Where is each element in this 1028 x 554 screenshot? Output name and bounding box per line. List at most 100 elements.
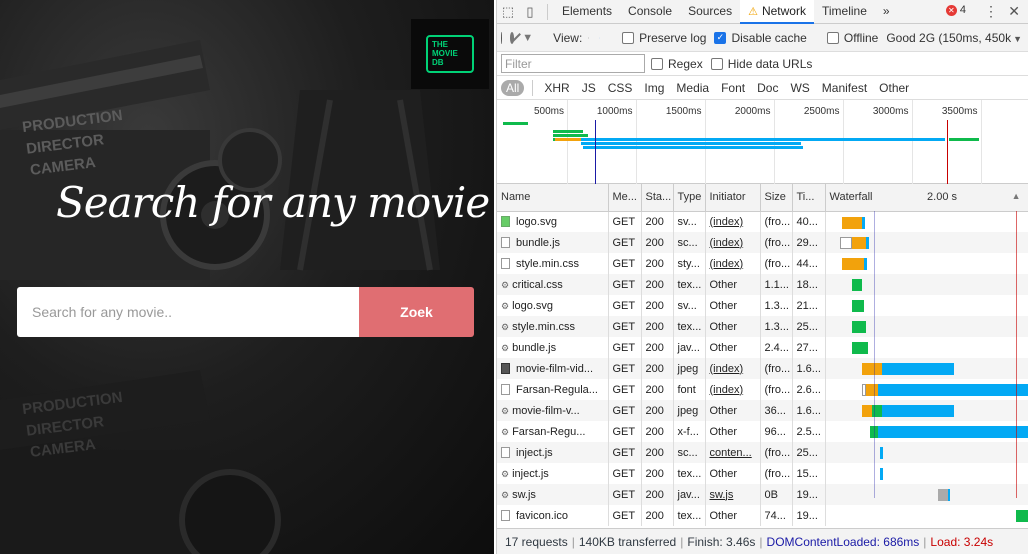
filter-icon[interactable]: ▼ <box>522 32 533 44</box>
kebab-menu-icon[interactable]: ⋮ <box>984 3 998 20</box>
type-filter-font[interactable]: Font <box>716 80 750 96</box>
type-filter-all[interactable]: All <box>501 79 525 96</box>
column-header-method[interactable]: Me... <box>608 184 642 212</box>
cell-name[interactable]: logo.svg <box>497 211 609 232</box>
request-name: sw.js <box>512 488 536 501</box>
overview-request-line <box>581 138 945 141</box>
more-tabs-button[interactable]: » <box>875 0 898 24</box>
table-row[interactable]: ⚙ Farsan-Regu... GET 200 x-f... Other 96... 2.5… <box>497 421 1028 442</box>
waterfall-view-icon[interactable] <box>599 32 600 44</box>
cell-name[interactable]: ⚙ bundle.js <box>497 337 609 358</box>
type-filter-xhr[interactable]: XHR <box>539 80 574 96</box>
filter-input[interactable] <box>501 54 645 73</box>
cell-name[interactable]: favicon.ico <box>497 505 609 526</box>
type-filter-manifest[interactable]: Manifest <box>817 80 872 96</box>
offline-checkbox[interactable]: Offline <box>826 31 878 45</box>
clear-icon[interactable] <box>509 31 515 44</box>
close-icon[interactable]: ✕ <box>1008 3 1020 20</box>
cell-initiator[interactable]: conten... <box>705 442 761 463</box>
cell-name[interactable]: Farsan-Regula... <box>497 379 609 400</box>
type-filter-doc[interactable]: Doc <box>752 80 783 96</box>
table-row[interactable]: ⚙ movie-film-v... GET 200 jpeg Other 36... 1.6.… <box>497 400 1028 421</box>
table-row[interactable]: ⚙ critical.css GET 200 tex... Other 1.1... 18..… <box>497 274 1028 295</box>
error-badge[interactable]: ✕ 4 <box>945 4 966 16</box>
load-marker-line <box>1016 211 1017 498</box>
tab-timeline[interactable]: Timeline <box>814 0 875 24</box>
regex-checkbox[interactable]: Regex <box>651 57 703 71</box>
cell-type: sc... <box>673 232 706 253</box>
disable-cache-checkbox[interactable]: ✓ Disable cache <box>714 31 807 45</box>
cell-initiator[interactable]: sw.js <box>705 484 761 505</box>
cell-name[interactable]: style.min.css <box>497 253 609 274</box>
record-icon[interactable] <box>501 31 502 44</box>
cell-size: 1.1... <box>760 274 793 295</box>
waterfall-bar <box>839 237 852 249</box>
cell-name[interactable]: ⚙ critical.css <box>497 274 609 295</box>
cell-name[interactable]: movie-film-vid... <box>497 358 609 379</box>
cell-name[interactable]: ⚙ sw.js <box>497 484 609 505</box>
request-name: Farsan-Regula... <box>516 383 598 396</box>
tab-network[interactable]: ⚠ Network <box>740 0 814 24</box>
search-button[interactable]: Zoek <box>359 287 474 337</box>
cell-name[interactable]: ⚙ logo.svg <box>497 295 609 316</box>
table-row[interactable]: style.min.css GET 200 sty... (index) (fro... 4… <box>497 253 1028 274</box>
inspect-icon[interactable]: ⬚ <box>497 1 519 23</box>
table-row[interactable]: movie-film-vid... GET 200 jpeg (index) (fro..… <box>497 358 1028 379</box>
column-header-size[interactable]: Size <box>760 184 793 212</box>
throttle-select[interactable]: Good 2G (150ms, 450k ▼ <box>886 31 1022 45</box>
view-label: View: <box>553 30 583 45</box>
cell-initiator[interactable]: (index) <box>705 358 761 379</box>
device-toolbar-icon[interactable]: ▯ <box>519 1 541 23</box>
cell-name[interactable]: inject.js <box>497 442 609 463</box>
cell-name[interactable]: ⚙ movie-film-v... <box>497 400 609 421</box>
timeline-overview[interactable]: 500ms 1000ms 1500ms 2000ms 2500ms 3000ms 3500m… <box>497 100 1028 184</box>
table-row[interactable]: ⚙ sw.js GET 200 jav... sw.js 0B 19... <box>497 484 1028 505</box>
cell-name[interactable]: ⚙ style.min.css <box>497 316 609 337</box>
column-header-name[interactable]: Name <box>497 184 609 212</box>
type-filter-other[interactable]: Other <box>874 80 914 96</box>
overview-request-line <box>581 142 801 145</box>
file-icon <box>501 509 510 521</box>
table-row[interactable]: ⚙ style.min.css GET 200 tex... Other 1.3... 25.… <box>497 316 1028 337</box>
hide-data-urls-checkbox[interactable]: Hide data URLs <box>710 57 812 71</box>
table-row[interactable]: ⚙ bundle.js GET 200 jav... Other 2.4... 27... <box>497 337 1028 358</box>
column-header-type[interactable]: Type <box>673 184 706 212</box>
waterfall-bar <box>877 384 1028 396</box>
cell-initiator[interactable]: (index) <box>705 379 761 400</box>
preserve-log-checkbox[interactable]: Preserve log <box>622 31 706 45</box>
cell-name[interactable]: bundle.js <box>497 232 609 253</box>
table-row[interactable]: bundle.js GET 200 sc... (index) (fro... 29... <box>497 232 1028 253</box>
list-view-icon[interactable] <box>588 32 590 44</box>
tab-console[interactable]: Console <box>620 0 680 24</box>
cell-status: 200 <box>641 337 674 358</box>
cell-name[interactable]: ⚙ inject.js <box>497 463 609 484</box>
type-filter-media[interactable]: Media <box>671 80 714 96</box>
cell-waterfall <box>825 505 1028 526</box>
type-filter-img[interactable]: Img <box>639 80 669 96</box>
type-filter-js[interactable]: JS <box>577 80 601 96</box>
column-header-time[interactable]: Ti... <box>792 184 826 212</box>
table-row[interactable]: ⚙ logo.svg GET 200 sv... Other 1.3... 21... <box>497 295 1028 316</box>
tab-sources[interactable]: Sources <box>680 0 740 24</box>
cell-initiator[interactable]: (index) <box>705 253 761 274</box>
table-row[interactable]: Farsan-Regula... GET 200 font (index) (fro...… <box>497 379 1028 400</box>
search-input[interactable] <box>17 287 359 337</box>
checkbox-box <box>622 31 635 44</box>
table-row[interactable]: favicon.ico GET 200 tex... Other 74... 19... <box>497 505 1028 526</box>
filter-bar: Regex Hide data URLs <box>497 52 1028 76</box>
table-row[interactable]: logo.svg GET 200 sv... (index) (fro... 40... <box>497 211 1028 232</box>
table-row[interactable]: inject.js GET 200 sc... conten... (fro... 25..… <box>497 442 1028 463</box>
initiator-text: (index) <box>709 362 744 375</box>
cell-name[interactable]: ⚙ Farsan-Regu... <box>497 421 609 442</box>
cell-initiator[interactable]: (index) <box>705 211 761 232</box>
cell-initiator[interactable]: (index) <box>705 232 761 253</box>
column-header-status[interactable]: Sta... <box>641 184 674 212</box>
column-header-initiator[interactable]: Initiator <box>705 184 761 212</box>
type-filter-css[interactable]: CSS <box>603 80 638 96</box>
tab-elements[interactable]: Elements <box>554 0 620 24</box>
tmdb-logo[interactable]: THE MOVIE DB <box>411 19 489 89</box>
column-header-waterfall[interactable]: Waterfall 2.00 s ▲ <box>825 184 1028 212</box>
requests-table: Name Me... Sta... Type Initiator Size Ti… <box>497 184 1028 526</box>
table-row[interactable]: ⚙ inject.js GET 200 tex... Other (fro... 15... <box>497 463 1028 484</box>
type-filter-ws[interactable]: WS <box>785 80 814 96</box>
